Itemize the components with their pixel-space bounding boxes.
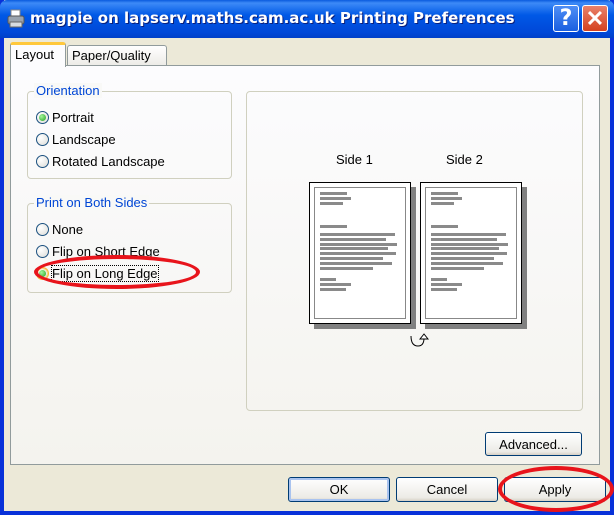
- portrait-label: Portrait: [52, 109, 94, 125]
- side-2-label: Side 2: [446, 152, 483, 167]
- text-line-placeholder: [320, 243, 397, 246]
- text-line-placeholder: [431, 288, 457, 291]
- cancel-button[interactable]: Cancel: [396, 477, 498, 502]
- text-line-placeholder: [320, 278, 336, 281]
- text-line-placeholder: [431, 283, 462, 286]
- radio-portrait[interactable]: Portrait: [36, 108, 94, 126]
- text-line-placeholder: [431, 257, 494, 260]
- ok-button-label: OK: [329, 482, 349, 497]
- page-side-2: [420, 182, 522, 324]
- title-bar[interactable]: magpie on lapserv.maths.cam.ac.uk Printi…: [0, 0, 614, 38]
- text-line-placeholder: [320, 238, 386, 241]
- window-title: magpie on lapserv.maths.cam.ac.uk Printi…: [30, 9, 515, 27]
- advanced-button-label: Advanced...: [499, 436, 568, 452]
- text-line-placeholder: [320, 267, 373, 270]
- text-line-placeholder: [431, 247, 499, 250]
- text-line-placeholder: [320, 225, 347, 228]
- page-margin: [314, 187, 406, 319]
- rotated-landscape-label: Rotated Landscape: [52, 153, 165, 169]
- page-margin: [425, 187, 517, 319]
- cancel-button-label: Cancel: [426, 482, 468, 497]
- close-button[interactable]: ✕: [582, 5, 608, 32]
- tab-paper-quality[interactable]: Paper/Quality: [67, 45, 167, 66]
- text-line-placeholder: [431, 252, 507, 255]
- apply-button-label: Apply: [538, 482, 572, 497]
- text-line-placeholder: [320, 288, 346, 291]
- text-line-placeholder: [431, 202, 454, 205]
- text-line-placeholder: [431, 238, 497, 241]
- text-line-placeholder: [320, 283, 351, 286]
- text-line-placeholder: [320, 252, 396, 255]
- text-line-placeholder: [320, 192, 347, 195]
- print-both-sides-group: Print on Both Sides None Flip on Short E…: [27, 195, 232, 293]
- radio-button[interactable]: [36, 222, 49, 236]
- text-line-placeholder: [320, 247, 388, 250]
- advanced-button[interactable]: Advanced...: [485, 432, 582, 456]
- radio-rotated-landscape[interactable]: Rotated Landscape: [36, 152, 165, 170]
- text-line-placeholder: [320, 262, 392, 265]
- text-line-placeholder: [431, 225, 458, 228]
- page-side-1: [309, 182, 411, 324]
- help-button[interactable]: ?: [553, 5, 579, 32]
- text-line-placeholder: [320, 202, 343, 205]
- layout-tab-panel: Orientation Portrait Landscape Rotated L…: [10, 65, 600, 465]
- tab-layout[interactable]: Layout: [10, 42, 66, 67]
- radio-button[interactable]: [36, 154, 49, 168]
- ok-button[interactable]: OK: [288, 477, 390, 502]
- flip-long-edge-label: Flip on Long Edge: [51, 264, 159, 282]
- orientation-group-title: Orientation: [34, 83, 102, 98]
- radio-flip-short-edge[interactable]: Flip on Short Edge: [36, 242, 160, 260]
- landscape-label: Landscape: [52, 131, 116, 147]
- printer-icon: [7, 9, 25, 28]
- radio-button-checked[interactable]: [36, 266, 49, 280]
- radio-button[interactable]: [36, 132, 49, 146]
- print-both-sides-group-title: Print on Both Sides: [34, 195, 150, 210]
- none-label: None: [52, 221, 84, 237]
- text-line-placeholder: [431, 233, 506, 236]
- help-icon: ?: [559, 6, 573, 31]
- side-1-label: Side 1: [336, 152, 373, 167]
- text-line-placeholder: [431, 267, 484, 270]
- text-line-placeholder: [431, 243, 508, 246]
- text-line-placeholder: [431, 278, 447, 281]
- close-icon: ✕: [585, 5, 605, 31]
- radio-landscape[interactable]: Landscape: [36, 130, 116, 148]
- text-line-placeholder: [320, 233, 395, 236]
- apply-button[interactable]: Apply: [504, 477, 606, 502]
- orientation-group: Orientation Portrait Landscape Rotated L…: [27, 83, 232, 179]
- text-line-placeholder: [431, 192, 458, 195]
- radio-button-checked[interactable]: [36, 110, 49, 124]
- printing-preferences-dialog: magpie on lapserv.maths.cam.ac.uk Printi…: [0, 0, 614, 515]
- text-line-placeholder: [431, 197, 462, 200]
- text-line-placeholder: [320, 257, 383, 260]
- text-line-placeholder: [320, 197, 351, 200]
- radio-button[interactable]: [36, 244, 49, 258]
- radio-flip-long-edge[interactable]: Flip on Long Edge: [36, 264, 159, 282]
- flip-short-edge-label: Flip on Short Edge: [52, 243, 160, 259]
- duplex-preview: Side 1 Side 2: [246, 91, 583, 411]
- radio-none[interactable]: None: [36, 220, 83, 238]
- flip-long-edge-icon: [410, 333, 429, 347]
- text-line-placeholder: [431, 262, 503, 265]
